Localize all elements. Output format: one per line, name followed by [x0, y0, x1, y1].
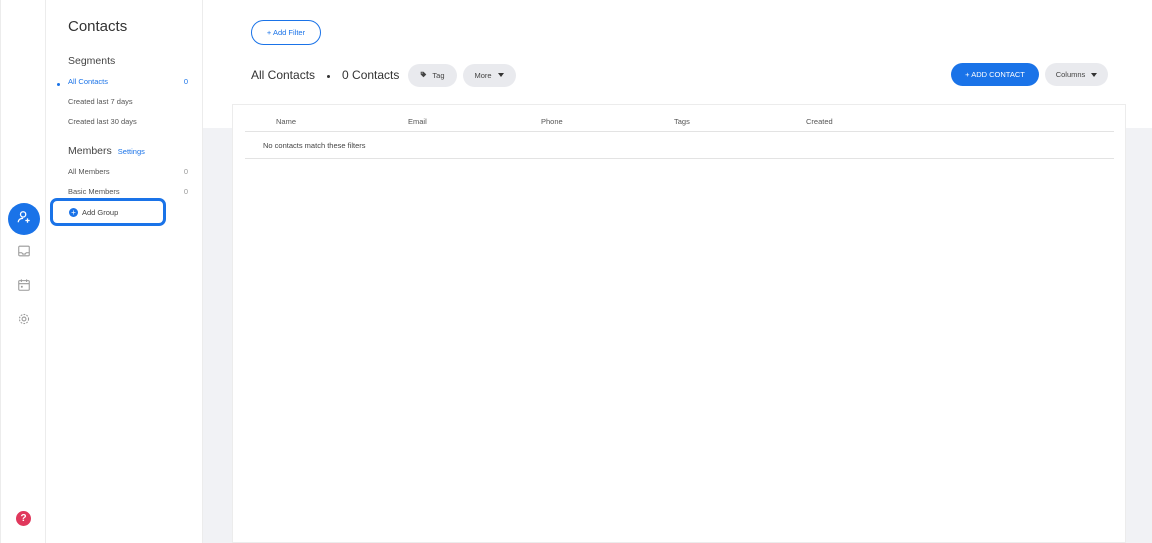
table-header: Name Email Phone Tags Created: [245, 109, 1114, 132]
members-all-members[interactable]: All Members 0: [68, 167, 188, 176]
add-contact-button[interactable]: + ADD CONTACT: [951, 63, 1039, 86]
segment-label: Created last 30 days: [68, 117, 137, 126]
column-header-created[interactable]: Created: [806, 117, 833, 126]
inbox-icon: [17, 244, 31, 263]
columns-dropdown[interactable]: Columns: [1045, 63, 1108, 86]
caret-down-icon: [1091, 72, 1098, 77]
columns-label: Columns: [1055, 70, 1086, 79]
segment-count: 0: [183, 77, 188, 86]
members-label: All Members: [68, 167, 110, 176]
calendar-nav-button[interactable]: [8, 271, 40, 303]
tag-icon: [420, 71, 427, 80]
members-settings-link[interactable]: Settings: [118, 147, 145, 156]
contacts-count: 0 Contacts: [342, 68, 400, 82]
members-count: 0: [183, 187, 188, 196]
icon-rail: ?: [0, 0, 46, 543]
help-button[interactable]: ?: [16, 511, 31, 526]
plus-circle-icon: +: [69, 207, 78, 217]
members-heading: Members: [68, 145, 112, 157]
active-indicator-dot: [57, 83, 60, 86]
members-label: Basic Members: [68, 187, 120, 196]
segment-created-last-7-days[interactable]: Created last 7 days: [68, 97, 188, 106]
calendar-icon: [17, 278, 31, 297]
column-header-tags[interactable]: Tags: [674, 117, 690, 126]
tag-button[interactable]: Tag: [408, 63, 457, 87]
contacts-table-card: Name Email Phone Tags Created No contact…: [232, 104, 1126, 543]
app-root: ? Contacts Segments All Contacts 0 Creat…: [0, 0, 1152, 543]
column-header-email[interactable]: Email: [408, 117, 427, 126]
more-label: More: [474, 70, 492, 80]
settings-nav-button[interactable]: [8, 305, 40, 337]
add-group-label: Add Group: [82, 207, 119, 217]
contacts-nav-button[interactable]: [8, 203, 40, 235]
caret-down-icon: [497, 73, 504, 77]
contacts-icon: [17, 210, 31, 229]
members-heading-row: Members Settings: [68, 145, 145, 157]
members-basic-members[interactable]: Basic Members 0: [68, 187, 188, 196]
members-count: 0: [183, 167, 188, 176]
page-title: All Contacts: [251, 68, 316, 82]
add-filter-button[interactable]: + Add Filter: [251, 20, 321, 45]
contacts-heading-row: All Contacts 0 Contacts Tag More: [251, 63, 522, 87]
segment-created-last-30-days[interactable]: Created last 30 days: [68, 117, 188, 126]
add-group-button[interactable]: + Add Group: [50, 198, 166, 226]
segment-label: Created last 7 days: [68, 97, 133, 106]
separator-dot: [327, 75, 331, 78]
tag-label: Tag: [432, 70, 445, 80]
empty-state-row: No contacts match these filters: [245, 133, 1114, 159]
column-header-phone[interactable]: Phone: [541, 117, 563, 126]
segment-all-contacts[interactable]: All Contacts 0: [68, 77, 188, 86]
empty-state-message: No contacts match these filters: [263, 141, 366, 150]
settings-gear-icon: [17, 312, 31, 331]
contacts-sidebar: Contacts Segments All Contacts 0 Created…: [47, 0, 203, 543]
column-header-name[interactable]: Name: [276, 117, 296, 126]
sidebar-title: Contacts: [68, 18, 128, 35]
more-dropdown[interactable]: More: [462, 63, 516, 87]
inbox-nav-button[interactable]: [8, 237, 40, 269]
segments-heading: Segments: [68, 55, 116, 67]
segment-label: All Contacts: [68, 77, 109, 86]
